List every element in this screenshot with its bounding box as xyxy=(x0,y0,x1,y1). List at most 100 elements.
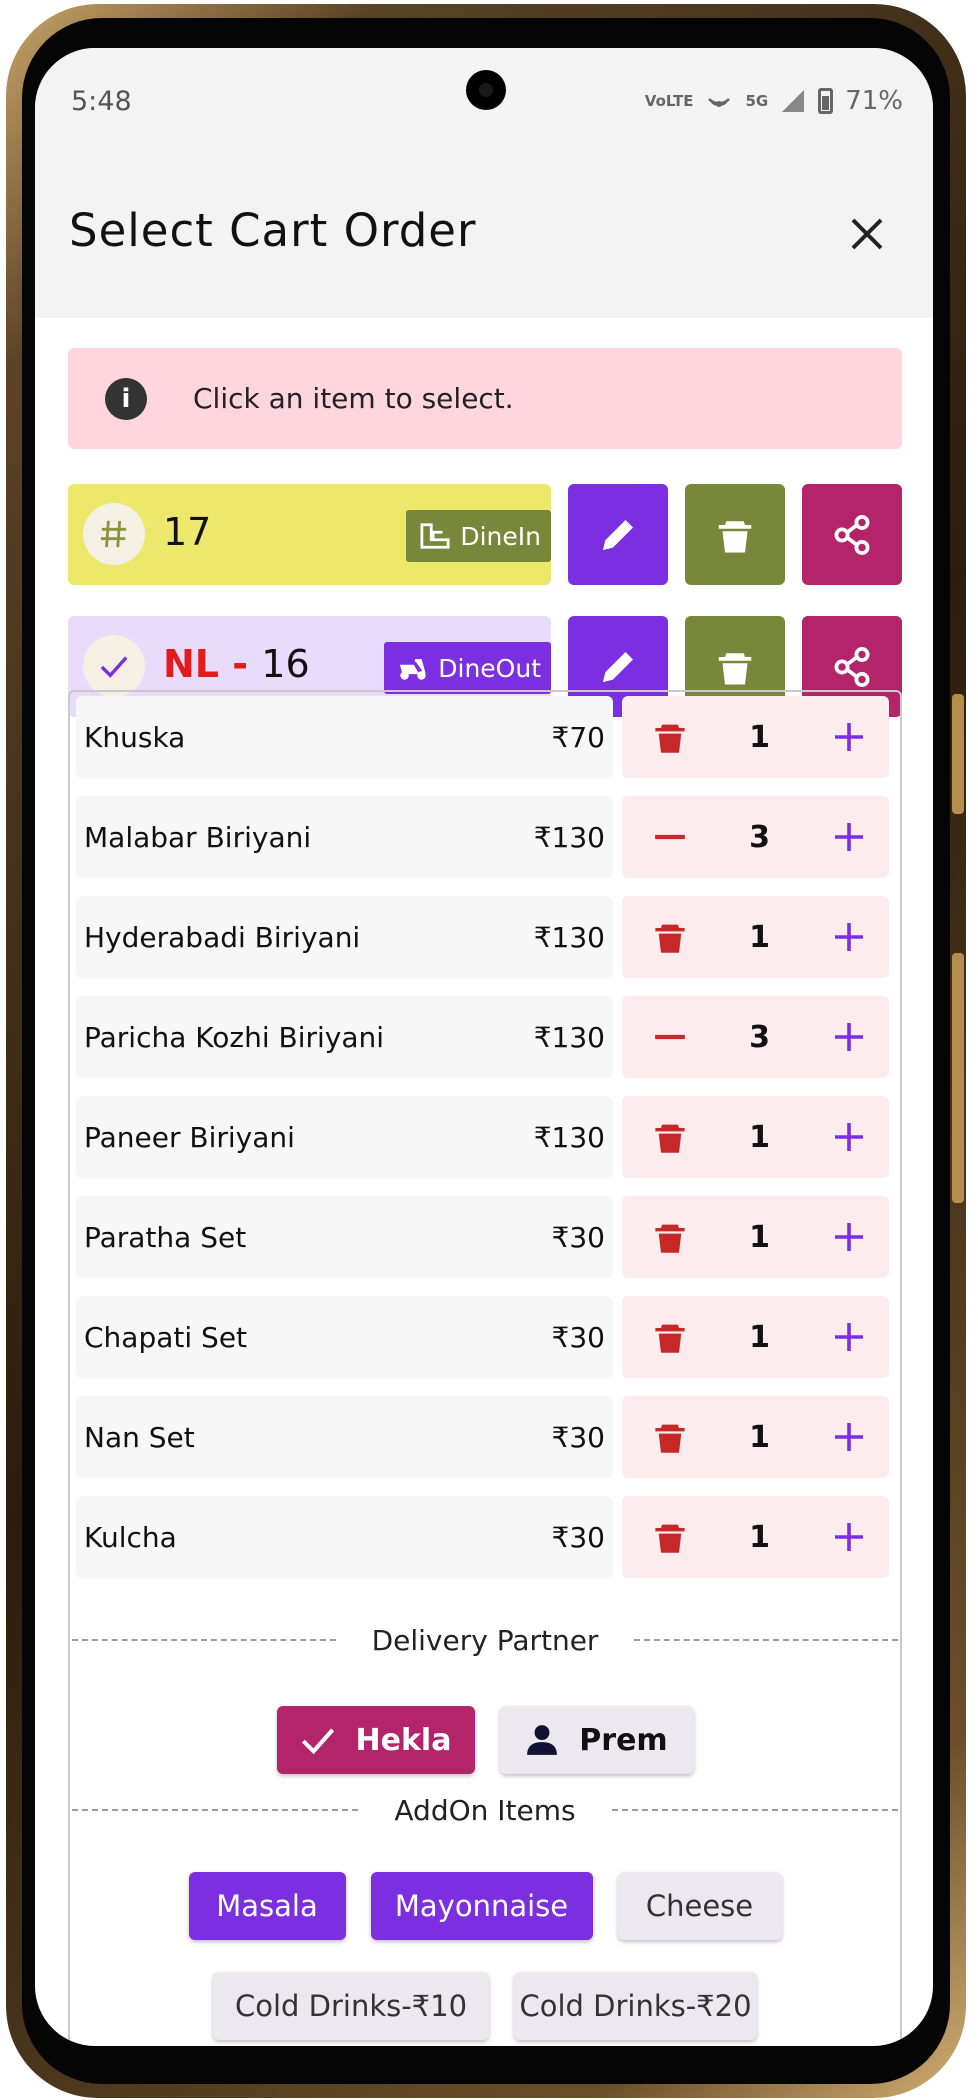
quantity-stepper: 1 xyxy=(622,696,889,778)
quantity-value: 3 xyxy=(749,1019,770,1055)
increase-quantity-button[interactable] xyxy=(831,1019,867,1055)
share-button[interactable] xyxy=(802,484,902,585)
trash-icon xyxy=(655,1124,685,1153)
minus-icon xyxy=(655,834,685,840)
delivery-partner-chips: Hekla Prem xyxy=(70,1706,900,1774)
cart-item-info[interactable]: Paricha Kozhi Biriyani ₹130 xyxy=(76,996,613,1078)
increase-quantity-button[interactable] xyxy=(831,1319,867,1355)
remove-item-button[interactable] xyxy=(652,919,688,955)
hotspot-icon xyxy=(708,98,731,107)
quantity-value: 1 xyxy=(749,1419,770,1455)
order-card[interactable]: 17 DineIn xyxy=(68,484,551,585)
item-name: Paricha Kozhi Biriyani xyxy=(84,1020,385,1054)
cart-item-info[interactable]: Chapati Set ₹30 xyxy=(76,1296,613,1378)
order-type-badge: DineIn xyxy=(406,510,551,562)
plus-icon xyxy=(835,1023,863,1051)
delivery-partner-chip[interactable]: Hekla xyxy=(276,1706,475,1774)
order-row: 17 DineIn xyxy=(68,484,902,585)
remove-item-button[interactable] xyxy=(652,719,688,755)
quantity-value: 1 xyxy=(749,1219,770,1255)
cart-item-info[interactable]: Malabar Biriyani ₹130 xyxy=(76,796,613,878)
increase-quantity-button[interactable] xyxy=(831,1219,867,1255)
edit-button[interactable] xyxy=(568,484,668,585)
item-name: Khuska xyxy=(84,720,186,754)
quantity-stepper: 1 xyxy=(622,1296,889,1378)
item-price: ₹30 xyxy=(551,1320,605,1354)
item-price: ₹130 xyxy=(533,1020,605,1054)
trash-icon xyxy=(655,1424,685,1453)
addon-chip[interactable]: Cold Drinks-₹20 xyxy=(514,1972,757,2040)
item-name: Chapati Set xyxy=(84,1320,248,1354)
cart-item-info[interactable]: Khuska ₹70 xyxy=(76,696,613,778)
cart-items-box: Khuska ₹70 1 Malabar Biriyani ₹130 3 Hyderabad… xyxy=(68,690,902,2046)
order-number: NL - 16 xyxy=(163,642,310,686)
cart-item-row: Paricha Kozhi Biriyani ₹130 3 xyxy=(76,996,896,1078)
cart-item-row: Paneer Biriyani ₹130 1 xyxy=(76,1096,896,1178)
dine-in-icon xyxy=(420,523,450,549)
remove-item-button[interactable] xyxy=(652,1219,688,1255)
addon-chip[interactable]: Masala xyxy=(188,1872,346,1940)
cart-item-info[interactable]: Paneer Biriyani ₹130 xyxy=(76,1096,613,1178)
order-type-badge: DineOut xyxy=(384,642,551,694)
cart-item-info[interactable]: Hyderabadi Biriyani ₹130 xyxy=(76,896,613,978)
order-number-value: 16 xyxy=(261,642,310,686)
quantity-stepper: 1 xyxy=(622,1396,889,1478)
addon-chip[interactable]: Cold Drinks-₹10 xyxy=(213,1972,489,2040)
check-icon xyxy=(301,1728,334,1755)
remove-item-button[interactable] xyxy=(652,1419,688,1455)
share-icon xyxy=(834,646,870,687)
quantity-value: 1 xyxy=(749,719,770,755)
page-title: Select Cart Order xyxy=(69,204,477,257)
battery-icon xyxy=(818,88,834,114)
increase-quantity-button[interactable] xyxy=(831,1419,867,1455)
addon-chips-row-2: Cold Drinks-₹10 Cold Drinks-₹20 xyxy=(70,1972,900,2040)
increase-quantity-button[interactable] xyxy=(831,919,867,955)
increase-quantity-button[interactable] xyxy=(831,719,867,755)
item-price: ₹70 xyxy=(551,720,605,754)
cart-item-row: Khuska ₹70 1 xyxy=(76,696,896,778)
scooter-icon xyxy=(400,659,426,680)
item-price: ₹130 xyxy=(533,920,605,954)
item-name: Malabar Biriyani xyxy=(84,820,312,854)
item-name: Nan Set xyxy=(84,1420,195,1454)
item-name: Hyderabadi Biriyani xyxy=(84,920,361,954)
remove-item-button[interactable] xyxy=(652,1319,688,1355)
increase-quantity-button[interactable] xyxy=(831,1119,867,1155)
volume-button xyxy=(952,694,964,814)
decrease-quantity-button[interactable] xyxy=(652,1019,688,1055)
addon-chip[interactable]: Mayonnaise xyxy=(370,1872,593,1940)
info-icon: i xyxy=(105,377,147,420)
status-time: 5:48 xyxy=(71,86,132,117)
item-price: ₹130 xyxy=(533,1120,605,1154)
trash-icon xyxy=(655,1224,685,1253)
item-price: ₹130 xyxy=(533,820,605,854)
close-button[interactable] xyxy=(839,206,895,262)
cart-item-row: Nan Set ₹30 1 xyxy=(76,1396,896,1478)
share-icon xyxy=(834,514,870,555)
cart-item-info[interactable]: Paratha Set ₹30 xyxy=(76,1196,613,1278)
cart-item-row: Kulcha ₹30 1 xyxy=(76,1496,896,1578)
addon-chip[interactable]: Cheese xyxy=(617,1872,782,1940)
cart-item-info[interactable]: Kulcha ₹30 xyxy=(76,1496,613,1578)
decrease-quantity-button[interactable] xyxy=(652,819,688,855)
trash-icon xyxy=(655,724,685,753)
hash-icon xyxy=(83,503,145,565)
order-type-label: DineOut xyxy=(438,653,541,683)
remove-item-button[interactable] xyxy=(652,1119,688,1155)
person-icon xyxy=(527,1725,558,1755)
plus-icon xyxy=(835,723,863,751)
increase-quantity-button[interactable] xyxy=(831,819,867,855)
order-separator: - xyxy=(219,642,262,686)
increase-quantity-button[interactable] xyxy=(831,1519,867,1555)
trash-icon xyxy=(718,520,752,552)
cart-item-info[interactable]: Nan Set ₹30 xyxy=(76,1396,613,1478)
close-icon xyxy=(851,218,883,250)
remove-item-button[interactable] xyxy=(652,1519,688,1555)
trash-icon xyxy=(718,652,752,684)
order-prefix: NL xyxy=(163,642,220,686)
delivery-partner-chip[interactable]: Prem xyxy=(499,1706,694,1774)
delete-order-button[interactable] xyxy=(685,484,785,585)
dialog-header: Select Cart Order xyxy=(35,158,933,318)
info-text: Click an item to select. xyxy=(193,382,514,415)
divider-line xyxy=(72,1639,336,1641)
